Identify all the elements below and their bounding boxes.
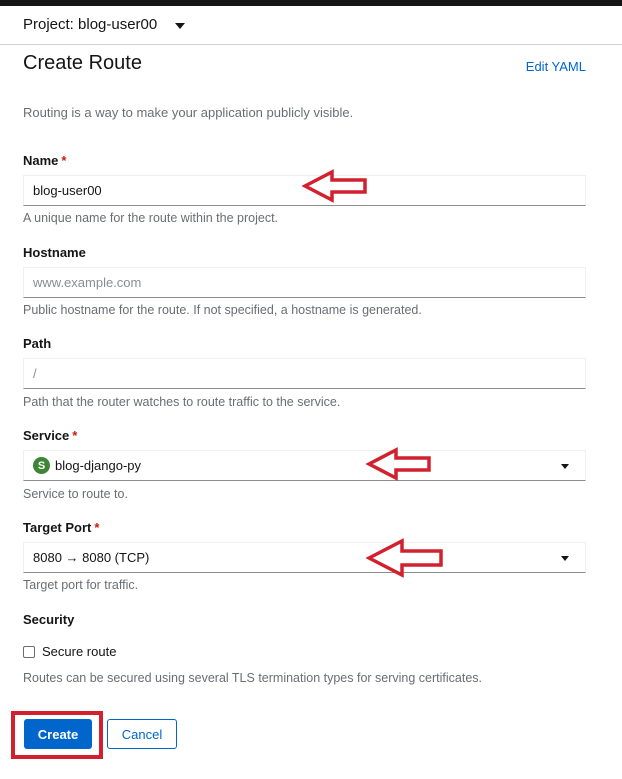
page-title: Create Route <box>23 52 142 74</box>
hostname-helper: Public hostname for the route. If not sp… <box>23 303 422 317</box>
annotation-arrow-icon <box>302 169 367 203</box>
hostname-label: Hostname <box>23 245 86 260</box>
path-helper: Path that the router watches to route tr… <box>23 395 341 409</box>
required-asterisk: * <box>94 520 100 535</box>
caret-down-icon <box>561 556 569 561</box>
page-description: Routing is a way to make your applicatio… <box>23 105 354 120</box>
name-label-text: Name <box>23 153 59 168</box>
service-badge-icon: S <box>33 457 50 474</box>
required-asterisk: * <box>72 428 78 443</box>
target-port-helper: Target port for traffic. <box>23 578 139 592</box>
caret-down-icon <box>561 464 569 469</box>
project-selector[interactable]: Project: blog-user00 <box>23 16 186 33</box>
annotation-arrow-icon <box>366 447 431 481</box>
target-port-select[interactable]: 8080 → 8080 (TCP) <box>23 542 586 573</box>
service-select[interactable]: S blog-django-py <box>23 450 586 481</box>
secure-route-checkbox-row[interactable]: Secure route <box>23 644 116 659</box>
name-helper: A unique name for the route within the p… <box>23 211 279 225</box>
cancel-button[interactable]: Cancel <box>107 719 177 749</box>
path-label: Path <box>23 336 52 351</box>
secure-route-checkbox[interactable] <box>23 645 35 658</box>
service-label: Service * <box>23 428 77 443</box>
target-port-value: 8080 → 8080 (TCP) <box>33 550 150 565</box>
caret-down-icon <box>175 22 186 29</box>
secure-route-label: Secure route <box>42 644 117 659</box>
edit-yaml-link[interactable]: Edit YAML <box>526 59 586 74</box>
service-helper: Service to route to. <box>23 487 128 501</box>
project-label: Project: blog-user00 <box>23 16 158 33</box>
service-value: blog-django-py <box>55 458 142 473</box>
name-label: Name * <box>23 153 66 168</box>
target-port-label-text: Target Port <box>23 520 92 535</box>
hostname-input[interactable] <box>23 267 586 298</box>
project-bar: Project: blog-user00 <box>0 6 622 45</box>
security-label: Security <box>23 612 75 627</box>
required-asterisk: * <box>61 153 67 168</box>
security-helper: Routes can be secured using several TLS … <box>23 671 483 685</box>
path-input[interactable] <box>23 358 586 389</box>
annotation-arrow-icon <box>366 538 443 578</box>
target-port-label: Target Port * <box>23 520 99 535</box>
service-label-text: Service <box>23 428 70 443</box>
create-button[interactable]: Create <box>24 719 92 749</box>
